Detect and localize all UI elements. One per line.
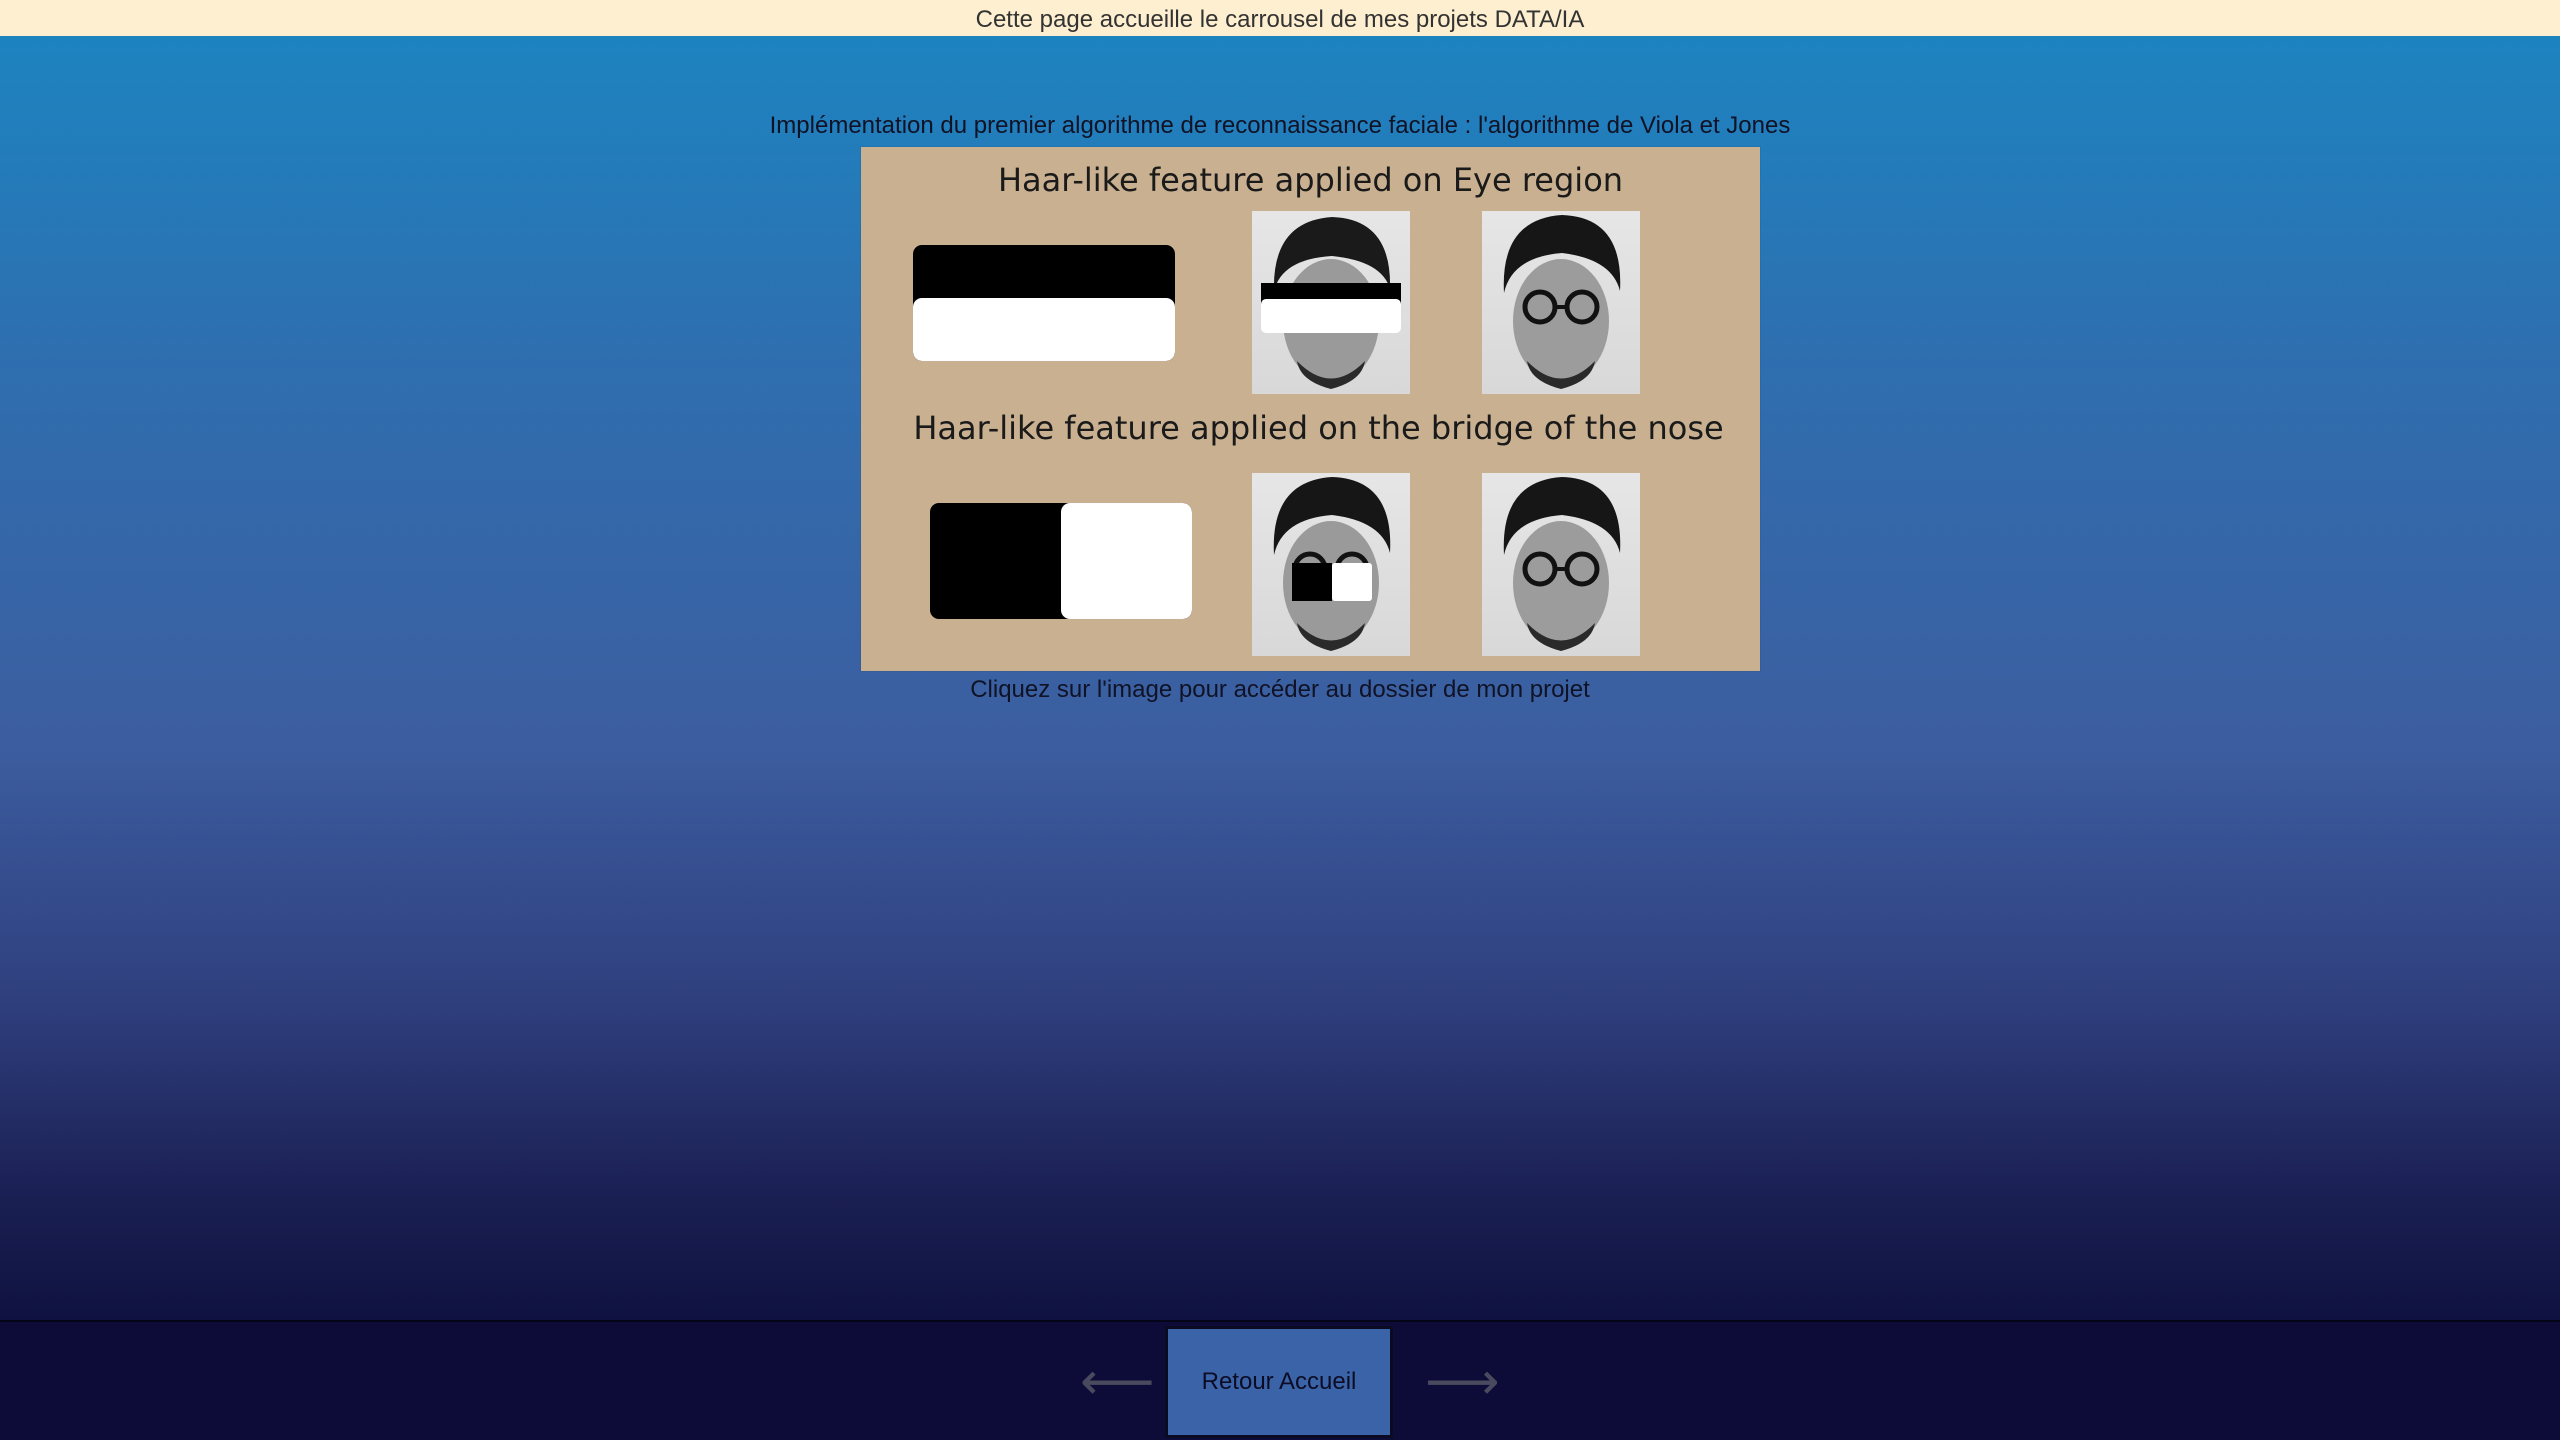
project-title: Implémentation du premier algorithme de … xyxy=(769,112,1791,139)
face-photo-eye-feature xyxy=(1252,211,1410,394)
face-photo-original-top xyxy=(1482,211,1640,394)
top-banner: Cette page accueille le carrousel de mes… xyxy=(0,0,2560,36)
footer-bar: ⟵ Retour Accueil ⟶ xyxy=(0,1320,2560,1440)
haar-vertical-feature xyxy=(930,503,1192,619)
face-photo-nose-feature xyxy=(1252,473,1410,656)
home-button[interactable]: Retour Accueil xyxy=(1165,1326,1393,1438)
carousel-project-image[interactable]: Haar-like feature applied on Eye region … xyxy=(861,147,1760,671)
eye-feature-heading: Haar-like feature applied on Eye region xyxy=(997,161,1624,199)
arrow-left-icon[interactable]: ⟵ xyxy=(1080,1356,1155,1408)
haar-horizontal-feature xyxy=(913,245,1175,361)
image-caption: Cliquez sur l'image pour accéder au doss… xyxy=(970,676,1590,703)
arrow-right-icon[interactable]: ⟶ xyxy=(1425,1356,1500,1408)
face-photo-original-bottom xyxy=(1482,473,1640,656)
nose-feature-heading: Haar-like feature applied on the bridge … xyxy=(913,409,1724,447)
